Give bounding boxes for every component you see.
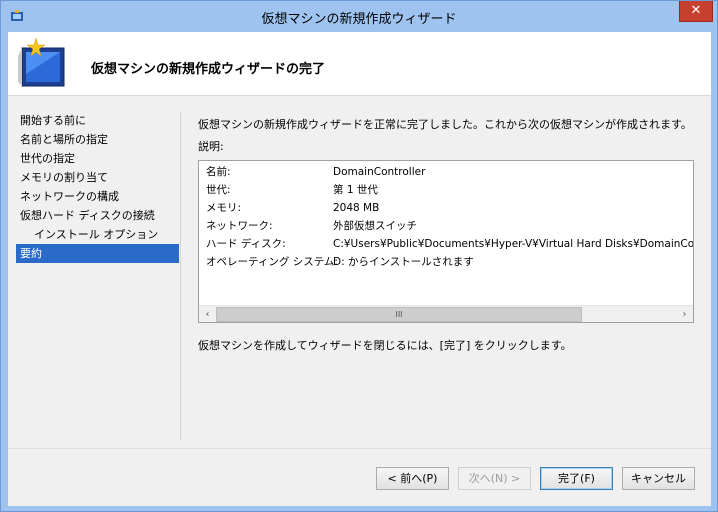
summary-value: 2048 MB: [333, 202, 380, 214]
cancel-button[interactable]: キャンセル: [622, 467, 695, 490]
finish-instructions: 仮想マシンを作成してウィザードを閉じるには、[完了] をクリックします。: [198, 339, 572, 352]
summary-key: 世代:: [206, 184, 231, 196]
nav-item-name-location[interactable]: 名前と場所の指定: [16, 130, 179, 149]
nav-item-generation[interactable]: 世代の指定: [16, 149, 179, 168]
summary-key: ハード ディスク:: [206, 238, 286, 250]
summary-value: 第 1 世代: [333, 184, 378, 196]
nav-item-virtual-hard-disk[interactable]: 仮想ハード ディスクの接続: [16, 206, 179, 225]
title-bar[interactable]: 仮想マシンの新規作成ウィザード ✕: [1, 1, 717, 32]
nav-item-networking[interactable]: ネットワークの構成: [16, 187, 179, 206]
nav-item-install-options[interactable]: インストール オプション: [16, 225, 179, 244]
wizard-window: 仮想マシンの新規作成ウィザード ✕ 仮想マシンの新規作成ウィザードの完了 開始す…: [0, 0, 718, 512]
summary-value: C:¥Users¥Public¥Documents¥Hyper-V¥Virtua…: [333, 238, 694, 250]
summary-value: DomainController: [333, 166, 426, 178]
wizard-client-area: 仮想マシンの新規作成ウィザードの完了 開始する前に 名前と場所の指定 世代の指定…: [8, 32, 711, 506]
close-button[interactable]: ✕: [679, 1, 713, 22]
next-button[interactable]: 次へ(N) >: [458, 467, 531, 490]
window-title: 仮想マシンの新規作成ウィザード: [261, 12, 457, 27]
page-title: 仮想マシンの新規作成ウィザードの完了: [91, 62, 326, 77]
nav-item-before-you-begin[interactable]: 開始する前に: [16, 111, 179, 130]
summary-key: ネットワーク:: [206, 220, 273, 232]
scroll-right-icon[interactable]: ›: [677, 307, 692, 322]
footer-divider: [8, 448, 711, 449]
summary-content: 仮想マシンの新規作成ウィザードを正常に完了しました。これから次の仮想マシンが作成…: [198, 116, 698, 352]
wizard-step-nav: 開始する前に 名前と場所の指定 世代の指定 メモリの割り当て ネットワークの構成…: [16, 111, 179, 263]
summary-value: D: からインストールされます: [333, 256, 474, 268]
nav-item-memory[interactable]: メモリの割り当て: [16, 168, 179, 187]
summary-value: 外部仮想スイッチ: [333, 220, 417, 232]
summary-list[interactable]: 名前: DomainController 世代: 第 1 世代 メモリ: 204…: [198, 160, 694, 323]
summary-key: オペレーティング システム:: [206, 256, 338, 268]
completion-message: 仮想マシンの新規作成ウィザードを正常に完了しました。これから次の仮想マシンが作成…: [198, 118, 692, 131]
previous-button[interactable]: < 前へ(P): [376, 467, 449, 490]
scroll-left-icon[interactable]: ‹: [200, 307, 215, 322]
new-virtual-machine-icon: [18, 37, 65, 87]
summary-key: 名前:: [206, 166, 231, 178]
nav-divider: [180, 112, 181, 440]
scrollbar-thumb[interactable]: III: [216, 307, 582, 322]
finish-button[interactable]: 完了(F): [540, 467, 613, 490]
nav-item-summary[interactable]: 要約: [16, 244, 179, 263]
wizard-header: 仮想マシンの新規作成ウィザードの完了: [8, 32, 711, 96]
description-label: 説明:: [198, 140, 224, 153]
horizontal-scrollbar[interactable]: ‹ III ›: [199, 305, 693, 322]
summary-key: メモリ:: [206, 202, 242, 214]
